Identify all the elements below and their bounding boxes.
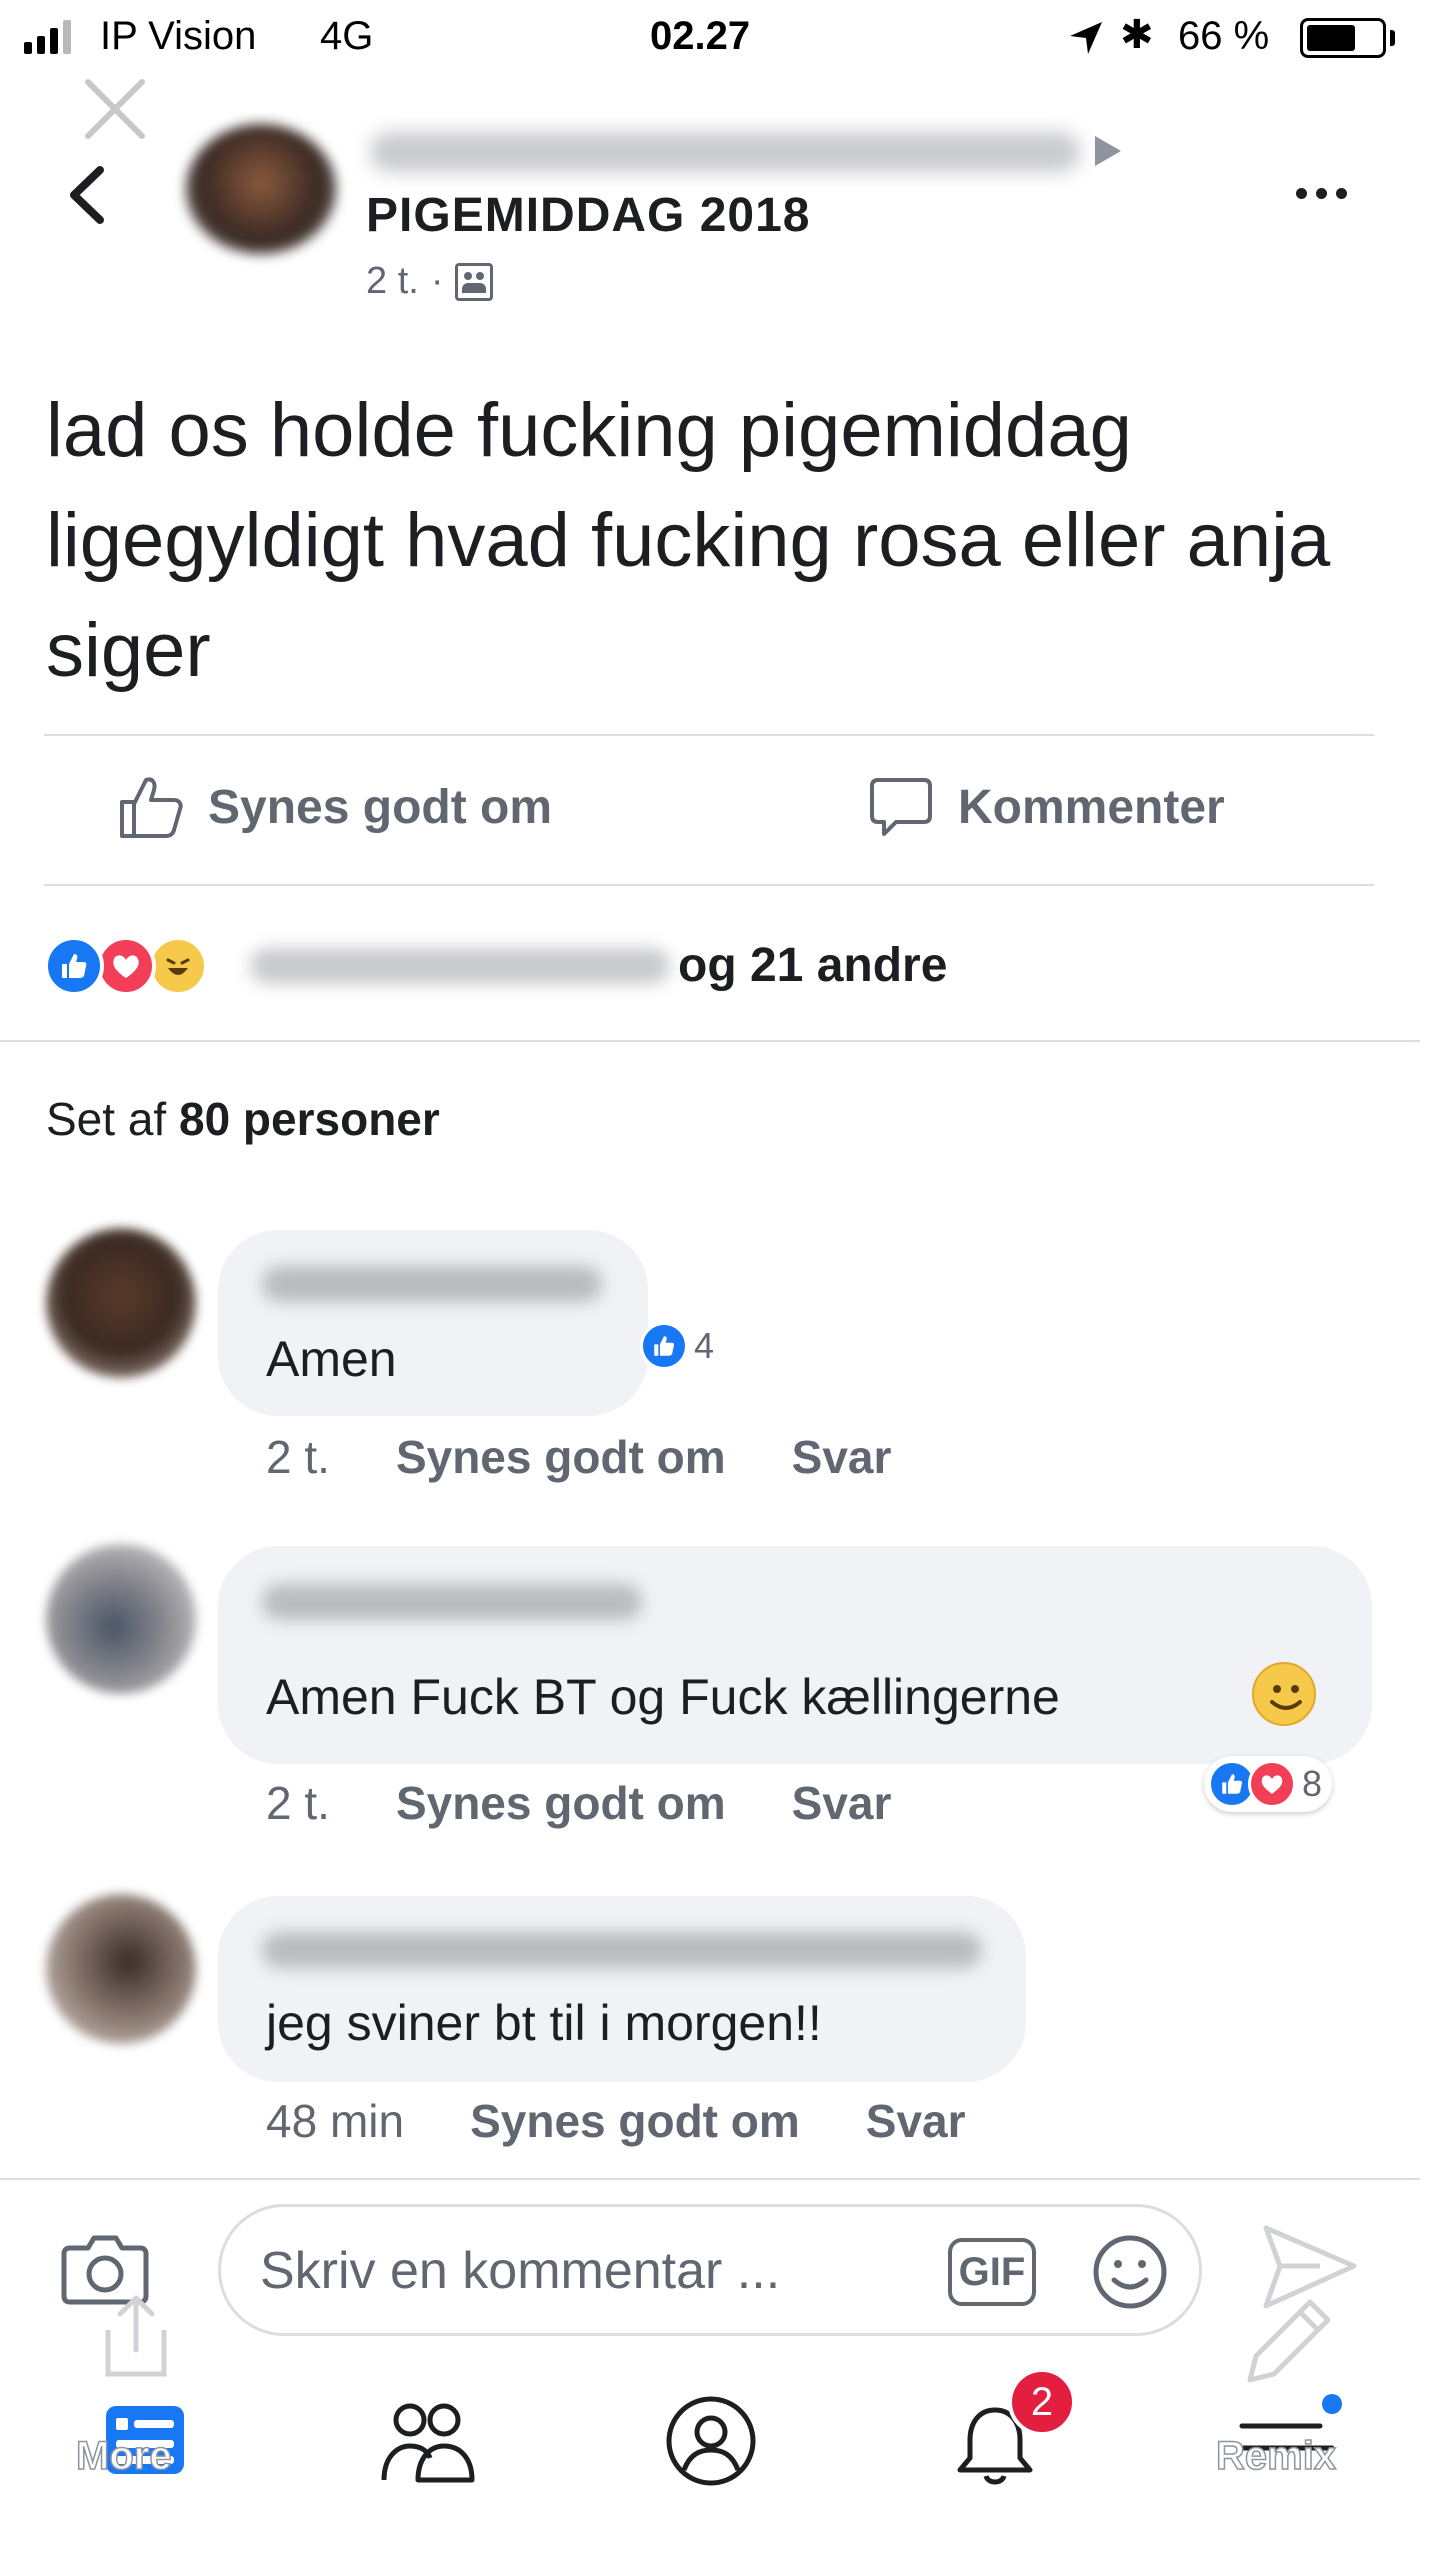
divider [44,884,1374,886]
haha-reaction-icon [148,936,208,996]
author-avatar[interactable] [186,124,336,254]
comment-meta: 2 t. Synes godt om Svar [266,1776,891,1830]
reaction-count: 4 [694,1325,715,1366]
love-reaction-icon [96,936,156,996]
love-reaction-icon [1248,1760,1296,1808]
carrier-name: IP Vision [100,14,257,58]
meta-separator: · [430,260,444,302]
comment-bubble [218,1230,648,1416]
comment-text: Amen Fuck BT og Fuck kællingerne [266,1669,1060,1725]
commenter-name-redacted[interactable] [262,1266,602,1302]
remix-overlay-label: Remix [1215,2433,1337,2479]
comment-text: jeg sviner bt til i morgen!! [266,1995,822,2051]
divider [0,2178,1420,2180]
comment-meta: 48 min Synes godt om Svar [266,2094,966,2148]
smiley-emoji-icon [1252,1662,1316,1726]
divider [0,1040,1420,1042]
comment-time[interactable]: 48 min [266,2094,404,2148]
post-text: lad os holde fucking pigemiddag ligegyld… [46,388,1331,693]
gif-button[interactable]: GIF [948,2238,1036,2306]
comment-input[interactable] [260,2236,900,2306]
seen-by[interactable]: Set af 80 personer [46,1092,440,1146]
commenter-avatar[interactable] [46,1228,196,1378]
comment-bubble [218,1546,1372,1764]
commenter-name-redacted[interactable] [262,1932,982,1968]
group-name[interactable]: PIGEMIDDAG 2018 [366,188,810,243]
comment-like-button[interactable]: Synes godt om [396,1776,726,1830]
group-icon [455,262,494,301]
battery-tip [1390,30,1395,46]
more-icon[interactable] [1296,188,1347,199]
like-reaction-icon [44,936,104,996]
comment-time[interactable]: 2 t. [266,1776,330,1830]
post-time[interactable]: 2 t. [366,260,419,303]
battery-percent: 66 % [1178,14,1270,58]
notifications-badge: 2 [1008,2368,1076,2436]
signal-icon [24,20,71,54]
seen-prefix: Set af [46,1093,167,1145]
comment-like-button[interactable]: Synes godt om [396,1430,726,1484]
pencil-icon[interactable] [1230,2290,1340,2400]
post-meta: 2 t. · [366,260,494,303]
tab-profile[interactable] [664,2394,758,2488]
chevron-right-icon [1095,136,1121,166]
share-icon[interactable] [88,2290,184,2386]
close-icon[interactable] [80,74,150,144]
author-name-redacted[interactable] [370,132,1080,172]
like-icon [120,777,183,838]
commenter-name-redacted[interactable] [262,1584,642,1620]
bluetooth-icon: ✱ [1120,13,1154,57]
like-reaction-icon [640,1322,688,1370]
comment-reply-button[interactable]: Svar [792,1430,892,1484]
status-time: 02.27 [650,14,751,58]
reactions-summary[interactable]: og 21 andre [678,938,947,993]
comment-text: Amen [266,1331,397,1387]
commenter-avatar[interactable] [46,1894,196,2044]
back-icon[interactable] [62,160,112,230]
network-type: 4G [320,14,374,58]
status-bar: IP Vision 4G 02.27 ✱ 66 % [0,0,1440,80]
comment-icon [870,778,932,836]
divider [44,734,1374,736]
gif-label: GIF [958,2249,1026,2294]
profile-icon [666,2396,756,2486]
reaction-icons[interactable] [44,936,208,996]
reaction-count: 8 [1302,1763,1323,1804]
comment-reactions[interactable]: 4 [636,1318,724,1374]
like-button[interactable]: Synes godt om [116,772,552,842]
tab-friends[interactable] [378,2396,478,2486]
comment-bubble [218,1896,1026,2082]
comment-reactions[interactable]: 8 [1204,1756,1333,1812]
battery-icon [1300,18,1386,58]
like-label: Synes godt om [208,780,553,834]
location-icon [1070,22,1102,54]
comment-reply-button[interactable]: Svar [866,2094,966,2148]
commenter-avatar[interactable] [46,1544,196,1694]
friends-icon [381,2403,475,2483]
reactor-name-redacted[interactable] [250,948,670,984]
comment-button[interactable]: Kommenter [866,772,1225,842]
comment-reply-button[interactable]: Svar [792,1776,892,1830]
comment-like-button[interactable]: Synes godt om [470,2094,800,2148]
comment-meta: 2 t. Synes godt om Svar [266,1430,891,1484]
emoji-icon[interactable] [1090,2232,1170,2312]
comment-time[interactable]: 2 t. [266,1430,330,1484]
seen-count: 80 personer [178,1093,440,1145]
more-overlay-label: More [75,2433,172,2479]
comment-label: Kommenter [958,780,1225,834]
